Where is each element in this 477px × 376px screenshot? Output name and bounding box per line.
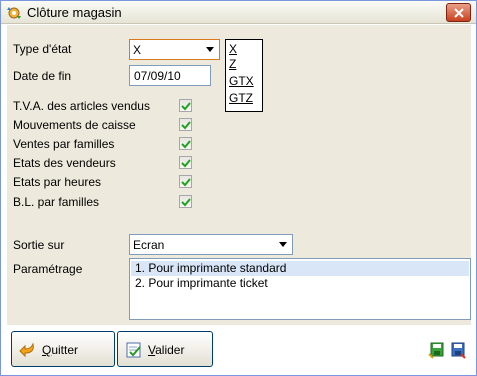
checkbox-mouvements[interactable]: [179, 118, 192, 131]
type-etat-label: Type d'état: [13, 42, 72, 56]
checkmark-icon: [181, 121, 191, 130]
sortie-value: Ecran: [133, 238, 165, 252]
date-fin-input[interactable]: 07/09/10: [129, 65, 211, 86]
checkbox-label-heures: Etats par heures: [13, 175, 102, 189]
checkbox-tva[interactable]: [179, 99, 192, 112]
dropdown-option-x[interactable]: X: [229, 42, 237, 56]
type-etat-dropdown: X Z GTX GTZ: [225, 39, 263, 112]
back-arrow-icon: [19, 342, 34, 358]
checkbox-label-ventes: Ventes par familles: [13, 137, 115, 151]
checkmark-icon: [181, 102, 191, 111]
title-bar[interactable]: Clôture magasin: [1, 1, 476, 24]
checkbox-label-tva: T.V.A. des articles vendus: [13, 99, 150, 113]
checkbox-label-bl: B.L. par familles: [13, 195, 100, 209]
type-etat-select[interactable]: X: [129, 39, 220, 60]
form-panel: Type d'état X X Z GTX GTZ Date de fin 07…: [7, 25, 471, 325]
type-etat-value: X: [133, 43, 142, 57]
validate-icon: [126, 342, 141, 358]
list-item[interactable]: 2. Pour imprimante ticket: [131, 276, 469, 291]
quitter-label: Quitter: [42, 343, 79, 357]
dropdown-option-gtx[interactable]: GTX: [229, 74, 254, 88]
save-blue-icon[interactable]: [449, 341, 467, 359]
parametrage-label: Paramétrage: [13, 262, 83, 276]
checkmark-icon: [181, 140, 191, 149]
dropdown-option-gtz[interactable]: GTZ: [229, 91, 253, 105]
checkmark-icon: [181, 198, 191, 207]
quitter-button[interactable]: Quitter: [11, 331, 115, 367]
window-title: Clôture magasin: [27, 5, 122, 20]
checkbox-bl[interactable]: [179, 195, 192, 208]
checkbox-label-vendeurs: Etats des vendeurs: [13, 156, 116, 170]
checkmark-icon: [181, 178, 191, 187]
chevron-down-icon[interactable]: [279, 242, 287, 247]
valider-label: Valider: [148, 343, 185, 357]
list-item[interactable]: 1. Pour imprimante standard: [131, 261, 469, 276]
checkbox-vendeurs[interactable]: [179, 156, 192, 169]
sortie-select[interactable]: Ecran: [129, 234, 293, 255]
close-icon: [454, 8, 464, 18]
valider-button[interactable]: Valider: [117, 331, 213, 367]
close-button[interactable]: [446, 3, 471, 22]
save-green-icon[interactable]: [428, 341, 446, 359]
gear-arrows-icon: [7, 7, 21, 19]
date-fin-label: Date de fin: [13, 69, 72, 83]
dropdown-option-z[interactable]: Z: [229, 57, 236, 71]
window: Clôture magasin Type d'état X X Z GTX GT…: [0, 0, 477, 376]
chevron-down-icon[interactable]: [206, 47, 214, 52]
checkbox-label-mouvements: Mouvements de caisse: [13, 118, 136, 132]
checkbox-heures[interactable]: [179, 175, 192, 188]
checkbox-ventes[interactable]: [179, 137, 192, 150]
checkmark-icon: [181, 159, 191, 168]
parametrage-list[interactable]: 1. Pour imprimante standard 2. Pour impr…: [129, 258, 471, 320]
sortie-label: Sortie sur: [13, 238, 65, 252]
